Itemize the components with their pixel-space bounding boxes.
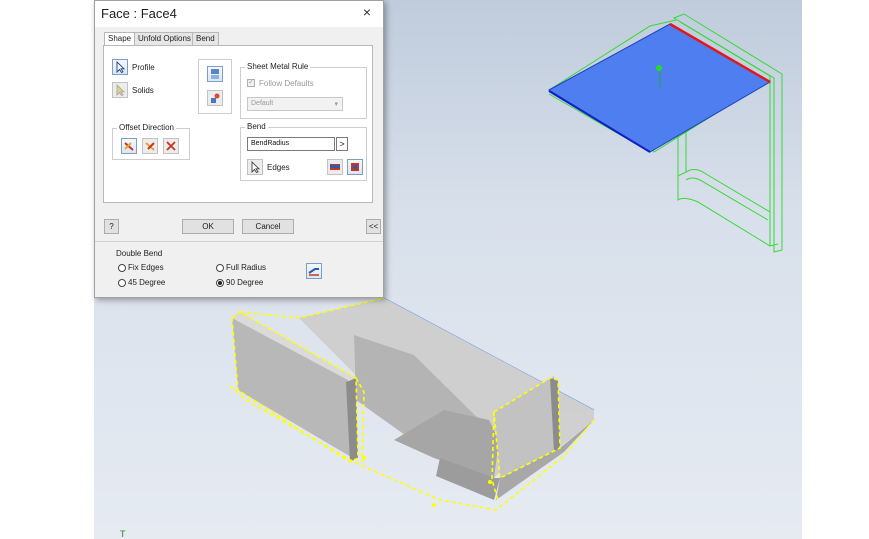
bend-edge-icon (351, 163, 359, 171)
edges-label: Edges (267, 163, 290, 172)
double-bend-90-degree-label: 90 Degree (226, 278, 264, 287)
face-dialog[interactable]: Face : Face4 × Shape Unfold Options Bend… (94, 0, 384, 298)
double-bend-title: Double Bend (116, 249, 163, 258)
bend-edge-option2-button[interactable] (347, 159, 363, 175)
sheet-metal-rule-group: Sheet Metal Rule (240, 62, 367, 119)
sheet-metal-part (229, 297, 595, 511)
extend-bend-icon (308, 268, 319, 276)
shape-tab-panel: Profile Solids Sheet Metal Rule ✓ Follow… (103, 45, 373, 203)
solids-select-button[interactable] (112, 82, 128, 98)
extend-bend-button[interactable] (306, 263, 322, 279)
sheet-metal-rule-select[interactable]: Default ▾ (247, 97, 343, 111)
double-bend-45-degree-label: 45 Degree (128, 278, 166, 287)
sheet-metal-rule-title: Sheet Metal Rule (245, 62, 311, 71)
offset-direction-side1-button[interactable] (121, 138, 137, 154)
double-bend-fix-edges-radio[interactable] (118, 264, 126, 272)
profile-select-button[interactable] (112, 59, 128, 75)
double-bend-fix-edges-label: Fix Edges (128, 263, 164, 272)
help-button[interactable]: ? (104, 219, 119, 234)
double-bend-section: Double Bend Fix Edges Full Radius 45 Deg… (95, 241, 383, 298)
double-bend-full-radius-label: Full Radius (226, 263, 267, 272)
shape-edit-icon (211, 93, 220, 103)
collapse-button[interactable]: << (366, 219, 381, 234)
face-normal-handle (656, 65, 662, 71)
follow-defaults-checkbox[interactable]: ✓ (247, 79, 255, 87)
cursor-arrow-icon (251, 161, 261, 173)
bend-title: Bend (245, 122, 268, 131)
direction-symmetric-icon (166, 141, 176, 151)
chevron-down-icon: ▾ (334, 101, 338, 108)
cancel-button[interactable]: Cancel (242, 219, 294, 234)
offset-direction-title: Offset Direction (117, 123, 176, 132)
ok-button[interactable]: OK (182, 219, 234, 234)
bend-edge-option1-button[interactable] (327, 159, 343, 175)
close-button[interactable]: × (359, 4, 375, 20)
cursor-arrow-icon (116, 84, 126, 96)
tab-unfold-options[interactable]: Unfold Options (134, 32, 195, 45)
double-bend-90-degree-radio[interactable] (216, 279, 224, 287)
profile-label: Profile (132, 63, 155, 72)
bend-radius-field[interactable]: BendRadius (247, 137, 335, 151)
offset-direction-symmetric-button[interactable] (163, 138, 179, 154)
direction-side1-icon (124, 142, 134, 151)
tab-shape[interactable]: Shape (104, 32, 136, 46)
offset-direction-side2-button[interactable] (142, 138, 158, 154)
double-bend-full-radius-radio[interactable] (216, 264, 224, 272)
tab-bend[interactable]: Bend (192, 32, 219, 45)
cursor-arrow-icon (116, 61, 126, 73)
sheet-metal-rule-value: Default (251, 100, 274, 107)
dialog-title: Face : Face4 (101, 6, 177, 21)
double-bend-45-degree-radio[interactable] (118, 279, 126, 287)
solids-label: Solids (132, 86, 154, 95)
dialog-titlebar[interactable]: Face : Face4 × (95, 1, 383, 27)
bend-edge-icon (330, 164, 340, 170)
bend-radius-menu-button[interactable]: > (336, 137, 348, 151)
ucs-indicator: T (120, 530, 126, 539)
direction-side2-icon (145, 142, 155, 151)
follow-defaults-label: Follow Defaults (259, 79, 314, 88)
sheet-stack-icon (211, 69, 219, 79)
edges-select-button[interactable] (247, 159, 263, 175)
flip-side-button[interactable] (207, 66, 223, 82)
offset-feature-button[interactable] (207, 90, 223, 106)
